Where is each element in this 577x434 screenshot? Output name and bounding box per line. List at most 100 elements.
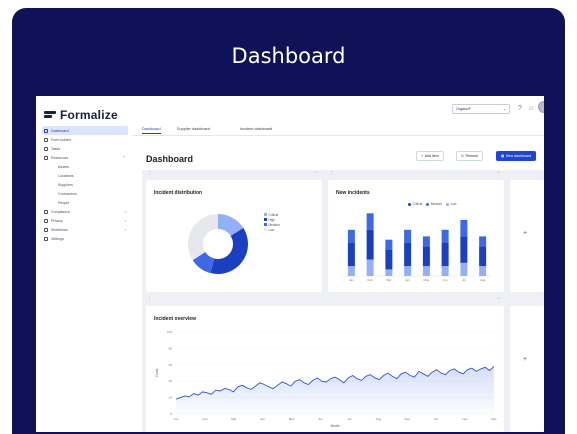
drag-handle-icon[interactable]: ⋮ <box>148 171 151 175</box>
top-bar: Organs/F ⌄ ? ⌂ <box>132 96 544 124</box>
x-tick-label: Apr <box>260 417 265 421</box>
sidebar-item-settings[interactable]: Settings <box>42 234 128 243</box>
more-icon[interactable]: ⋯ <box>497 297 500 301</box>
tab-incident-dashboard[interactable]: Incident dashboard <box>240 127 272 131</box>
org-select[interactable]: Organs/F ⌄ <box>452 104 510 114</box>
new-dashboard-button[interactable]: ▦ New dashboard <box>496 151 537 161</box>
sidebar-item-label: Dashboard <box>51 128 69 133</box>
more-icon[interactable]: ⋯ <box>497 171 500 175</box>
notification-icon[interactable]: ⌂ <box>527 105 535 113</box>
avatar[interactable] <box>538 101 544 113</box>
sidebar-item-privacy[interactable]: Privacy › <box>42 216 128 225</box>
sidebar-item-tasks[interactable]: Tasks <box>42 144 128 153</box>
bar-critical-aug[interactable] <box>479 246 487 267</box>
y-tick-label: 60 <box>169 363 173 367</box>
sidebar-item-label: Resources <box>51 155 69 160</box>
legend-swatch <box>264 223 267 226</box>
sidebar-item-locations[interactable]: Locations <box>42 171 128 180</box>
sidebar-item-form-builder[interactable]: Form builder <box>42 135 128 144</box>
dashboard-grid: ⋮ ⋯ ⋮ ⋯ Incident distribution Critical Hi… <box>142 170 544 432</box>
bar-medium-jan[interactable] <box>347 229 355 243</box>
legend-label: Low <box>268 227 275 232</box>
add-item-button[interactable]: + Add item <box>416 151 444 161</box>
bar-low-apr[interactable] <box>404 266 412 276</box>
bar-low-jul[interactable] <box>460 262 468 276</box>
sidebar-item-assets[interactable]: Assets <box>42 162 128 171</box>
drag-handle-icon[interactable]: ⋮ <box>330 171 333 175</box>
bar-medium-mar[interactable] <box>385 239 393 250</box>
sidebar-item-label: Privacy <box>51 218 63 223</box>
x-tick-label: Aug <box>376 417 382 421</box>
new-incidents-panel: New incidents Critical Medium Low Jan Feb Ma… <box>328 180 504 292</box>
plus-icon: + <box>523 356 528 363</box>
bar-low-mar[interactable] <box>385 269 393 276</box>
tab-supplier-dashboard[interactable]: Supplier dashboard <box>177 127 210 131</box>
x-tick-label: Feb <box>368 278 374 282</box>
bar-medium-apr[interactable] <box>404 229 412 243</box>
bar-medium-aug[interactable] <box>479 236 487 247</box>
sidebar-nav: Dashboard Form builder Tasks Resources ⌃ Asse… <box>42 126 128 243</box>
tab-dashboard[interactable]: Dashboard <box>142 127 161 134</box>
donut-slice-low[interactable] <box>188 214 218 261</box>
y-tick-label: 40 <box>169 379 173 383</box>
legend-swatch <box>264 228 267 231</box>
sidebar-item-people[interactable]: People <box>42 198 128 207</box>
sidebar-item-label: Workflows <box>51 227 68 232</box>
refresh-label: Refresh <box>465 154 479 158</box>
legend-swatch <box>264 218 267 221</box>
bar-medium-jun[interactable] <box>441 229 449 243</box>
brand[interactable]: Formalize <box>44 108 118 122</box>
x-axis-label: Month <box>331 424 340 428</box>
bar-low-may[interactable] <box>422 266 430 276</box>
bar-critical-apr[interactable] <box>404 243 412 267</box>
legend-item: Low <box>264 227 280 232</box>
chevron-icon: › <box>124 218 126 223</box>
legend-label: High <box>268 217 276 222</box>
sidebar-item-workflows[interactable]: Workflows › <box>42 225 128 234</box>
refresh-button[interactable]: ↻ Refresh <box>456 151 484 161</box>
bar-critical-jan[interactable] <box>347 243 355 267</box>
x-tick-label: Jul <box>462 278 466 282</box>
dashboard-icon: ▦ <box>501 154 505 158</box>
sidebar-item-suppliers[interactable]: Suppliers <box>42 180 128 189</box>
sidebar-item-dashboard[interactable]: Dashboard <box>42 126 128 135</box>
bar-critical-feb[interactable] <box>366 229 374 260</box>
bar-medium-may[interactable] <box>422 236 430 247</box>
gear-icon <box>44 236 48 241</box>
bar-critical-jun[interactable] <box>441 243 449 267</box>
page-title: Dashboard <box>146 154 194 164</box>
x-tick-label: Jan <box>174 417 179 421</box>
y-tick-label: 80 <box>169 346 173 350</box>
add-item-label: Add item <box>424 154 439 158</box>
sidebar-item-label: People <box>58 200 70 205</box>
bar-critical-jul[interactable] <box>460 236 468 263</box>
more-icon[interactable]: ⋯ <box>315 171 318 175</box>
sidebar-item-compliance[interactable]: Compliance › <box>42 207 128 216</box>
x-tick-label: Apr <box>405 278 410 282</box>
help-icon[interactable]: ? <box>516 105 524 113</box>
donut-slice-high[interactable] <box>210 227 248 274</box>
drag-handle-icon[interactable]: ⋮ <box>148 297 151 301</box>
x-tick-label: Oct <box>434 417 439 421</box>
sidebar-item-contractors[interactable]: Contractors <box>42 189 128 198</box>
legend-swatch <box>264 213 267 216</box>
bar-low-jun[interactable] <box>441 266 449 276</box>
bar-critical-may[interactable] <box>422 246 430 267</box>
x-tick-label: May <box>424 278 430 282</box>
form-icon <box>44 137 48 142</box>
add-widget-slot[interactable]: + <box>510 306 544 432</box>
bar-low-jan[interactable] <box>347 266 355 276</box>
bar-low-aug[interactable] <box>479 266 487 276</box>
add-widget-slot[interactable]: + <box>510 180 544 292</box>
org-select-value: Organs/F <box>456 107 471 111</box>
bar-low-feb[interactable] <box>366 259 374 277</box>
bar-medium-jul[interactable] <box>460 219 468 237</box>
incident-overview-panel: Incident overview 100 80 60 40 20 0 Count Jan Fe… <box>146 306 504 432</box>
chevron-icon: › <box>124 209 126 214</box>
sidebar-item-resources[interactable]: Resources ⌃ <box>42 153 128 162</box>
new-dashboard-label: New dashboard <box>505 154 532 158</box>
bar-critical-mar[interactable] <box>385 249 393 270</box>
bar-medium-feb[interactable] <box>366 213 374 230</box>
folder-icon <box>44 155 48 160</box>
row-toolbar-1: ⋮ ⋯ <box>146 170 322 178</box>
